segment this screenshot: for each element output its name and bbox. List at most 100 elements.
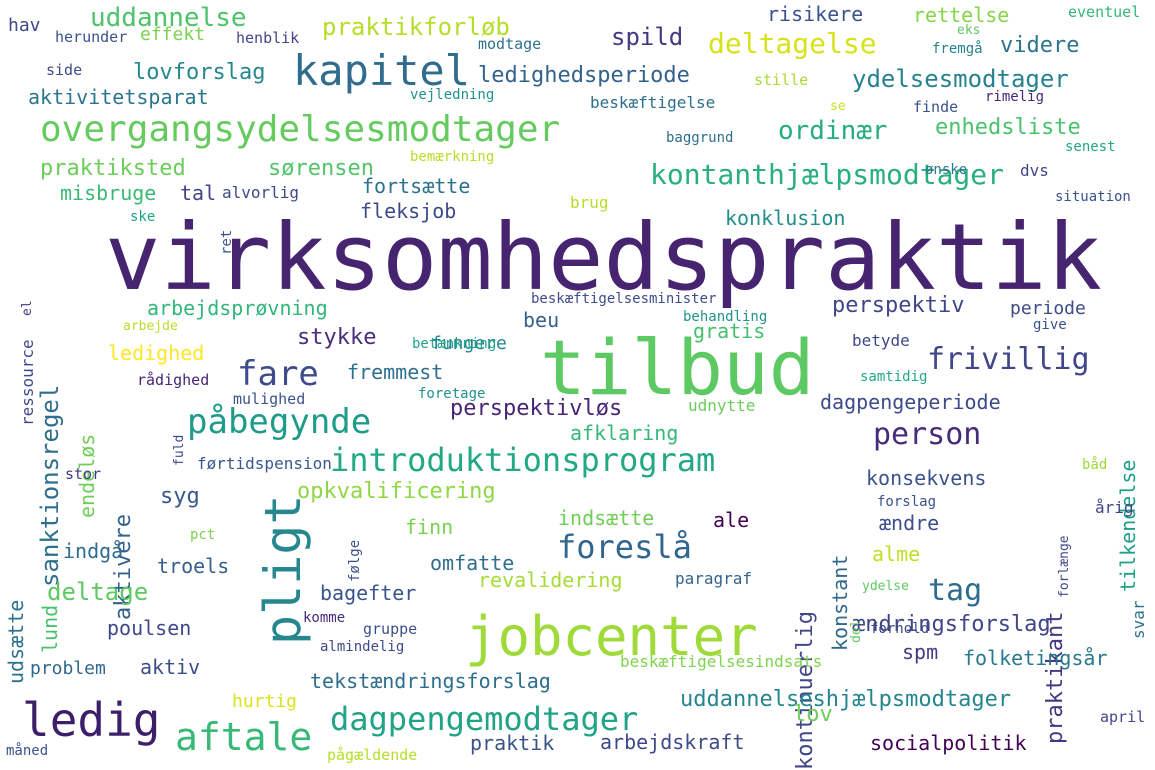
word-56: opkvalificering [297, 479, 496, 504]
word-25: aktivitetsparat [28, 85, 209, 109]
word-35: fleksjob [360, 199, 457, 223]
word-84: arbejdskraft [600, 730, 745, 754]
word-124: udnytte [688, 396, 756, 415]
word-22: ydelsesmodtager [852, 65, 1069, 93]
word-41: beu [523, 308, 560, 332]
word-89: henblik [236, 29, 300, 47]
word-76: aktiv [140, 655, 201, 679]
word-64: troels [157, 554, 230, 578]
word-105: senest [1065, 139, 1116, 155]
word-85: socialpolitik [870, 731, 1027, 755]
word-29: tal [180, 181, 217, 205]
word-67: lund [38, 604, 62, 653]
word-40: stykke [297, 325, 377, 350]
word-72: paragraf [675, 569, 753, 588]
word-128: båd [1082, 457, 1108, 473]
word-102: bemærkning [410, 149, 495, 165]
word-99: finde [913, 98, 959, 116]
word-11: foreslå [557, 528, 692, 566]
word-24: lovforslag [133, 60, 266, 85]
word-94: side [46, 61, 83, 79]
word-60: indsætte [558, 506, 655, 530]
word-79: beskæftigelsesindsats [620, 652, 823, 671]
word-113: arbejde [123, 319, 178, 334]
word-120: rådighed [137, 371, 210, 389]
word-115: behandling [683, 309, 768, 325]
word-26: praktiksted [40, 156, 186, 181]
word-134: svar [1129, 600, 1148, 639]
word-83: praktik [470, 731, 555, 755]
word-17: deltagelse [708, 27, 877, 60]
word-8: aftale [175, 715, 313, 759]
word-59: ale [713, 508, 750, 532]
word-77: problem [30, 658, 106, 679]
word-132: følge [347, 539, 363, 582]
word-111: ressource [18, 339, 37, 426]
word-70: bagefter [320, 581, 417, 605]
word-101: baggrund [666, 130, 734, 146]
word-27: sørensen [268, 156, 374, 181]
word-36: konklusion [725, 206, 846, 230]
word-114: beskæftigelsesminister [531, 291, 717, 307]
word-110: situation [1055, 189, 1131, 205]
word-112: el [20, 300, 35, 316]
word-133: forlænge [1057, 535, 1072, 598]
word-118: betænkning [412, 336, 497, 352]
word-66: alme [872, 542, 921, 566]
word-44: ledighed [108, 341, 205, 365]
word-106: alvorlig [222, 183, 300, 202]
word-87: herunder [55, 28, 128, 46]
word-54: tilkendelse [1116, 459, 1140, 592]
word-15: frivillig [927, 342, 1090, 377]
word-143: pågældende [327, 746, 418, 764]
word-138: gruppe [363, 620, 418, 638]
word-4: ledig [22, 693, 161, 747]
word-7: introduktionsprogram [330, 441, 716, 479]
word-68: deltage [47, 578, 149, 606]
word-82: lov [793, 702, 833, 727]
word-57: syg [160, 484, 200, 509]
word-90: modtage [478, 35, 542, 53]
word-92: eks [957, 23, 981, 38]
word-45: fremmest [347, 360, 444, 384]
word-125: fuld [172, 434, 187, 466]
word-98: se [830, 99, 846, 114]
word-109: ske [130, 209, 156, 225]
word-10: person [873, 417, 982, 452]
word-33: videre [1000, 33, 1080, 58]
word-48: dagpengeperiode [820, 390, 1001, 414]
word-137: komme [303, 610, 346, 626]
word-104: dvs [1020, 161, 1049, 180]
word-39: perspektiv [832, 293, 965, 318]
word-20: ledighedsperiode [478, 63, 690, 88]
word-95: stille [754, 71, 809, 89]
word-139: del [849, 619, 864, 643]
word-81: hurtig [232, 691, 298, 712]
word-63: indgå [63, 539, 124, 563]
word-121: samtidig [860, 369, 928, 385]
word-28: misbruge [60, 181, 157, 205]
word-16: tag [928, 573, 983, 608]
word-47: afklaring [570, 421, 679, 445]
word-13: fare [237, 354, 319, 394]
word-cloud: virksomhedspraktik tilbud jobcenter pligt le… [0, 0, 1155, 770]
word-88: effekt [140, 24, 206, 45]
word-100: rimelig [985, 89, 1045, 105]
word-96: vejledning [410, 87, 495, 103]
word-117: give [1033, 317, 1067, 333]
word-107: brug [570, 193, 609, 212]
word-38: arbejdsprøvning [147, 296, 328, 320]
word-9: påbegynde [187, 402, 372, 442]
word-129: forslag [877, 494, 937, 510]
word-55: konsekvens [866, 466, 987, 490]
word-135: ydelse [862, 579, 909, 594]
word-37: sanktionsregel [36, 384, 64, 587]
word-32: rettelse [913, 3, 1010, 27]
word-71: poulsen [107, 616, 192, 640]
word-31: risikere [767, 2, 864, 26]
word-142: måned [6, 743, 49, 759]
word-61: finn [405, 515, 454, 539]
word-130: årig [1095, 498, 1134, 517]
word-127: stor [65, 465, 102, 483]
word-131: pct [190, 527, 216, 543]
